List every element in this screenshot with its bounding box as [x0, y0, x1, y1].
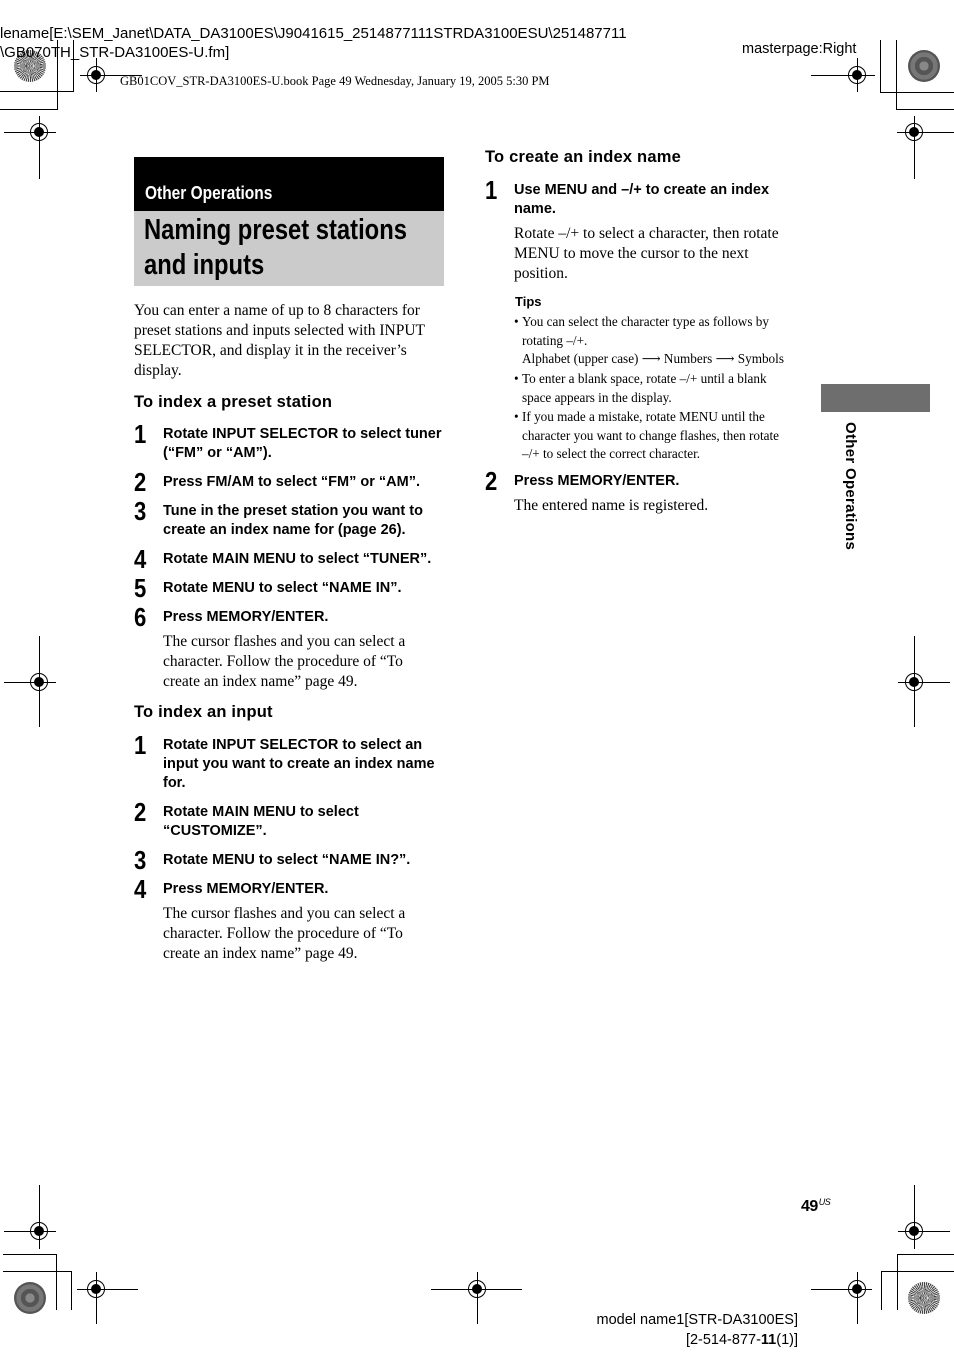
category-bar: Other Operations	[134, 157, 444, 211]
step-number: 2	[134, 797, 147, 827]
section-side-tab	[821, 384, 930, 412]
page-number-suffix: US	[818, 1197, 831, 1207]
model-name-line: model name1[STR-DA3100ES]	[596, 1312, 799, 1328]
step-number: 1	[134, 419, 147, 449]
section-side-label: Other Operations	[842, 422, 859, 551]
registration-mark-icon	[905, 123, 923, 141]
registration-mark-icon	[905, 1222, 923, 1240]
page-title: Naming preset stations and inputs	[144, 213, 407, 283]
part-number-line: [2-514-877-11(1)]	[597, 1330, 798, 1350]
heading-preset-station: To index a preset station	[134, 393, 333, 411]
tip-line: You can select the character type as fol…	[522, 314, 769, 329]
step-number: 3	[134, 496, 147, 526]
step-text: Rotate INPUT SELECTOR to select tuner (“…	[163, 426, 442, 461]
tip-line: rotating –/+.	[522, 332, 588, 348]
step-text: Rotate MAIN MENU to select “TUNER”.	[163, 551, 432, 567]
part-number-c: (1)]	[776, 1332, 798, 1348]
page-number-value: 49	[801, 1198, 818, 1215]
bullet-icon: •	[514, 371, 519, 386]
step-number: 4	[134, 544, 147, 574]
tip-line: space appears in the display.	[522, 389, 672, 405]
page-title-line-2: and inputs	[144, 249, 265, 281]
registration-mark-icon	[87, 66, 105, 84]
step-description: The cursor flashes and you can select a …	[163, 633, 406, 690]
tip-line: If you made a mistake, rotate MENU until…	[522, 409, 765, 424]
registration-mark-icon	[905, 673, 923, 691]
step-text: Rotate MENU to select “NAME IN?”.	[163, 852, 411, 868]
tip-line: Alphabet (upper case) ⟶ Numbers ⟶ Symbol…	[522, 351, 784, 366]
heading-input: To index an input	[134, 703, 273, 721]
step-text: Rotate INPUT SELECTOR to select an input…	[163, 737, 435, 791]
step-text: Press MEMORY/ENTER.	[514, 473, 680, 489]
registration-mark-icon	[848, 66, 866, 84]
step-text: Press MEMORY/ENTER.	[163, 609, 329, 625]
step-text: Use MENU and –/+ to create an index name…	[514, 182, 770, 217]
step-text: Rotate MENU to select “NAME IN”.	[163, 580, 402, 596]
step-description: The cursor flashes and you can select a …	[163, 905, 406, 962]
tip-text: If you made a mistake, rotate MENU until…	[522, 408, 779, 464]
bullet-icon: •	[514, 314, 519, 329]
filename-label: lename[E:\SEM_Janet\DATA_DA3100ES\J90416…	[0, 24, 627, 62]
step-number: 2	[485, 466, 498, 496]
filename-line-1: lename[E:\SEM_Janet\DATA_DA3100ES\J90416…	[0, 25, 627, 42]
registration-mark-icon	[848, 1280, 866, 1298]
step-number: 4	[134, 874, 147, 904]
step-number: 1	[134, 730, 147, 760]
masterpage-label: masterpage:Right	[742, 41, 857, 57]
registration-mark-icon	[30, 1222, 48, 1240]
registration-mark-icon	[30, 673, 48, 691]
tips-heading: Tips	[515, 294, 542, 309]
step-text: Press FM/AM to select “FM” or “AM”.	[163, 474, 421, 490]
filename-line-2: \GB070TH_STR-DA3100ES-U.fm]	[0, 44, 230, 61]
step-number: 3	[134, 845, 147, 875]
category-label: Other Operations	[145, 183, 273, 203]
book-info-line: GB01COV_STR-DA3100ES-U.book Page 49 Wedn…	[120, 74, 550, 88]
step-number: 1	[485, 175, 498, 205]
intro-paragraph: You can enter a name of up to 8 characte…	[134, 302, 425, 379]
registration-mark-icon	[30, 123, 48, 141]
registration-disc-icon	[908, 50, 940, 82]
part-number-b: 11	[760, 1332, 777, 1348]
heading-create-index-name: To create an index name	[485, 148, 681, 166]
tip-text: You can select the character type as fol…	[522, 313, 784, 369]
registration-mark-icon	[87, 1280, 105, 1298]
bullet-icon: •	[514, 409, 519, 424]
tip-text: To enter a blank space, rotate –/+ until…	[522, 370, 767, 407]
tip-line: –/+ to select the correct character.	[522, 446, 701, 461]
tip-line: character you want to change flashes, th…	[522, 427, 780, 443]
step-number: 5	[134, 573, 147, 603]
model-info: model name1[STR-DA3100ES] [2-514-877-11(…	[597, 1310, 799, 1350]
step-text: Rotate MAIN MENU to select “CUSTOMIZE”.	[163, 804, 359, 839]
page-title-line-1: Naming preset stations	[144, 214, 407, 246]
step-description: Rotate –/+ to select a character, then r…	[514, 225, 779, 282]
page-title-box: Naming preset stations and inputs	[134, 211, 444, 286]
tip-line: To enter a blank space, rotate –/+ until…	[522, 371, 767, 386]
registration-disc-icon	[14, 1282, 46, 1314]
part-number-a: [2-514-877-	[685, 1332, 761, 1348]
step-text: Press MEMORY/ENTER.	[163, 881, 329, 897]
page-number: 49US	[801, 1197, 831, 1216]
step-number: 2	[134, 467, 147, 497]
step-number: 6	[134, 602, 147, 632]
step-description: The entered name is registered.	[514, 497, 709, 514]
registration-mark-icon	[468, 1280, 486, 1298]
step-text: Tune in the preset station you want to c…	[163, 503, 423, 538]
registration-star-icon	[908, 1282, 940, 1314]
